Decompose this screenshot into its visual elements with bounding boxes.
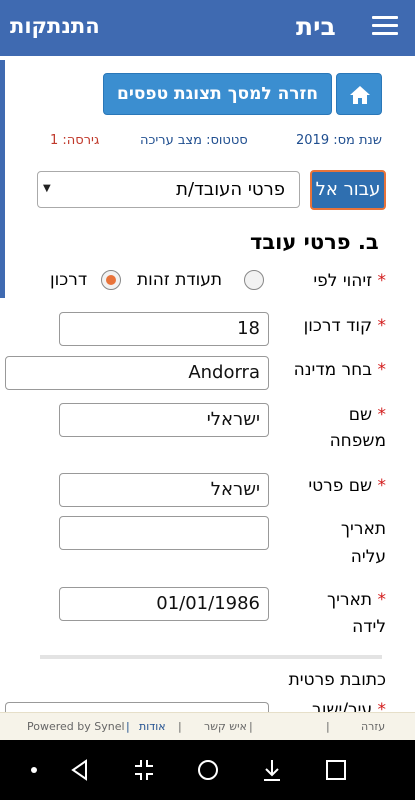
menu-icon[interactable] bbox=[372, 16, 398, 38]
powered-by: Powered by Synel bbox=[27, 720, 125, 733]
section-divider bbox=[40, 655, 382, 659]
download-arrow-icon[interactable] bbox=[259, 757, 285, 783]
aliya-date-label: תאריך bbox=[340, 519, 386, 539]
home-button[interactable] bbox=[336, 73, 382, 115]
footer-separator: | bbox=[249, 720, 253, 733]
country-select[interactable]: Andorra bbox=[5, 356, 269, 390]
first-name-label: * שם פרטי bbox=[308, 476, 386, 496]
home-icon bbox=[350, 86, 370, 104]
version-text: גירסה: 1 bbox=[50, 133, 100, 148]
return-to-forms-button[interactable]: חזרה למסך תצוגת טפסים bbox=[103, 73, 332, 115]
circle-icon[interactable] bbox=[195, 757, 221, 783]
help-link[interactable]: עזרה bbox=[361, 720, 385, 733]
footer: עזרה | | איש קשר | | אודות Powered by Sy… bbox=[0, 712, 415, 740]
passport-code-input[interactable]: 18 bbox=[59, 312, 269, 346]
split-screen-icon[interactable] bbox=[131, 757, 157, 783]
last-name-label: * שם bbox=[348, 405, 386, 425]
footer-separator: | bbox=[126, 720, 130, 733]
square-icon[interactable] bbox=[323, 757, 349, 783]
page-title[interactable]: בית bbox=[296, 12, 336, 41]
aliya-date-input[interactable] bbox=[59, 516, 269, 550]
country-label: * בחר מדינה bbox=[293, 360, 386, 380]
city-input[interactable] bbox=[5, 702, 269, 712]
city-label: * עיר/ישוב bbox=[312, 700, 386, 712]
app-bar: בית התנתקות bbox=[0, 0, 415, 56]
status-text: סטטוס: מצב עריכה bbox=[140, 133, 248, 148]
birth-date-input[interactable]: 01/01/1986 bbox=[59, 587, 269, 621]
contact-link[interactable]: איש קשר bbox=[204, 720, 247, 733]
id-by-label: * זיהוי לפי bbox=[313, 271, 386, 291]
address-label: כתובת פרטית bbox=[288, 670, 386, 690]
passport-code-label: * קוד דרכון bbox=[303, 316, 386, 336]
goto-button[interactable]: עבור אל bbox=[310, 170, 386, 210]
radio-passport[interactable] bbox=[101, 270, 121, 290]
scroll-indicator bbox=[0, 60, 5, 298]
birth-date-label-line2: לידה bbox=[352, 617, 386, 637]
footer-separator: | bbox=[178, 720, 182, 733]
section-select[interactable]: פרטי העובד/ת bbox=[37, 171, 300, 208]
dropdown-arrow-icon: ▼ bbox=[43, 183, 51, 194]
birth-date-label: * תאריך bbox=[327, 590, 386, 610]
radio-teudat-zehut[interactable] bbox=[244, 270, 264, 290]
aliya-date-label-line2: עליה bbox=[350, 547, 386, 567]
logout-link[interactable]: התנתקות bbox=[10, 14, 100, 38]
android-nav-bar bbox=[0, 740, 415, 800]
last-name-input[interactable]: ישראלי bbox=[59, 403, 269, 437]
first-name-input[interactable]: ישראל bbox=[59, 473, 269, 507]
section-title: ב. פרטי עובד bbox=[250, 230, 379, 254]
radio-passport-label: דרכון bbox=[50, 270, 88, 290]
last-name-label-line2: משפחה bbox=[329, 431, 386, 451]
footer-separator: | bbox=[326, 720, 330, 733]
about-link[interactable]: אודות bbox=[139, 720, 166, 733]
tax-year: שנת מס: 2019 bbox=[296, 133, 382, 148]
dot-icon[interactable] bbox=[21, 757, 47, 783]
back-icon[interactable] bbox=[67, 757, 93, 783]
radio-teudat-label: תעודת זהות bbox=[137, 270, 223, 290]
